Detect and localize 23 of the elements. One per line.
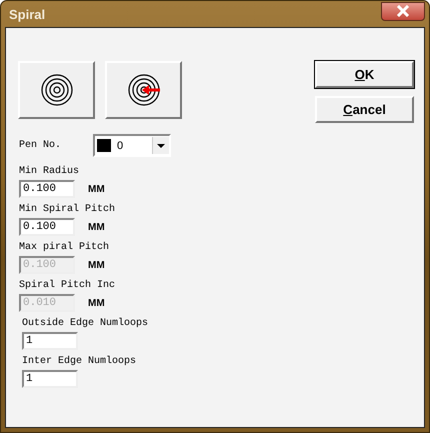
unit-label: MM xyxy=(88,260,105,270)
field-label: Outside Edge Numloops xyxy=(22,317,150,330)
close-button[interactable] xyxy=(381,2,425,20)
input-field[interactable]: 1 xyxy=(22,332,78,350)
mode-button[interactable] xyxy=(105,61,182,119)
input-field[interactable]: 1 xyxy=(22,370,78,388)
unit-label: MM xyxy=(88,298,105,308)
input-field[interactable]: 0.100 xyxy=(19,218,75,236)
close-icon xyxy=(396,5,410,17)
unit-label: MM xyxy=(88,184,105,194)
unit-label: MM xyxy=(88,222,105,232)
pen-dropdown[interactable]: 0 xyxy=(93,134,171,157)
mode-button[interactable] xyxy=(18,61,95,119)
dialog-button[interactable]: Cancel xyxy=(315,96,414,123)
field-label: Min Spiral Pitch xyxy=(19,203,116,216)
field-label: Min Radius xyxy=(19,165,80,178)
input-field[interactable]: 0.100 xyxy=(19,180,75,198)
field-label: Max piral Pitch xyxy=(19,241,110,254)
field-label: Spiral Pitch Inc xyxy=(19,279,116,292)
pen-label: Pen No. xyxy=(19,139,62,152)
dialog-button[interactable]: OK xyxy=(315,61,414,88)
field-label: Inter Edge Numloops xyxy=(22,355,138,368)
window-title: Spiral xyxy=(8,6,46,22)
